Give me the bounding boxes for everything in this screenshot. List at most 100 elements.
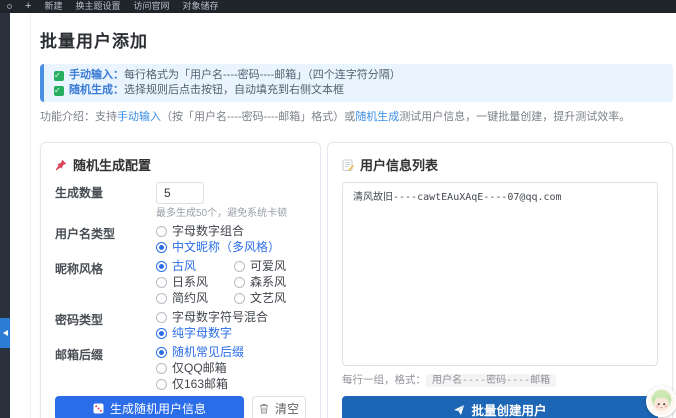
radio-icon: [156, 225, 167, 237]
generate-button-label: 生成随机用户信息: [109, 402, 206, 416]
count-help-text: 最多生成50个，避免系统卡顿: [156, 208, 288, 219]
radio-icon: [234, 260, 245, 272]
radio-icon: [156, 311, 167, 323]
sidebar-toggle[interactable]: [0, 318, 10, 348]
radio-icon: [156, 378, 167, 390]
radio-label: 古风: [172, 259, 197, 273]
radio-label: 文艺风: [250, 291, 287, 305]
radio-label: 中文昵称（多风格）: [172, 240, 281, 254]
page-title: 批量用户添加: [40, 32, 148, 51]
radio-icon: [156, 276, 167, 288]
field-username-type: 用户名类型 字母数字组合 中文昵称（多风格）: [55, 223, 306, 255]
alert-text: 每行格式为「用户名----密码----邮箱」（四个连字符分隔）: [124, 69, 401, 81]
field-count-label: 生成数量: [55, 186, 104, 200]
feature-intro: 功能介绍：支持手动输入（按「用户名----密码----邮箱」格式）或随机生成测试…: [40, 110, 673, 124]
memo-icon: [342, 159, 354, 171]
radio-label: 森系风: [250, 275, 287, 289]
panels-row: 随机生成配置 生成数量 最多生成50个，避免系统卡顿 用户名类型: [40, 142, 673, 418]
radio-label: 字母数字符号混合: [172, 310, 269, 324]
paper-plane-icon: [453, 403, 466, 416]
left-card-buttons: 生成随机用户信息 清空: [55, 396, 306, 418]
field-count: 生成数量 最多生成50个，避免系统卡顿: [55, 182, 306, 220]
arrow-left-icon: [2, 330, 8, 336]
intro-text: 测试用户信息，一键批量创建，提升测试效率。: [399, 111, 631, 123]
alert-line-manual: ✓ 手动输入：每行格式为「用户名----密码----邮箱」（四个连字符分隔）: [54, 68, 663, 83]
intro-text: 功能介绍：支持: [40, 111, 117, 123]
format-note-code: 用户名----密码----邮箱: [426, 374, 557, 387]
radio-email-random[interactable]: 随机常见后缀: [156, 344, 306, 360]
radio-icon: [156, 241, 167, 253]
clear-button-label: 清空: [274, 402, 299, 416]
radio-label: 字母数字组合: [172, 224, 245, 238]
pushpin-icon: [55, 159, 67, 171]
radio-password-mixed[interactable]: 字母数字符号混合: [156, 309, 306, 325]
user-list-card: 用户信息列表 清风故旧----cawtEAuXAqE----07@qq.com …: [327, 142, 673, 418]
alert-line-random: ✓ 随机生成：选择规则后点击按钮，自动填充到右侧文本框: [54, 83, 663, 98]
green-check-icon: ✓: [54, 85, 64, 96]
radio-icon: [156, 346, 167, 358]
main-row: 批量用户添加 ✓ 手动输入：每行格式为「用户名----密码----邮箱」（四个连…: [0, 13, 676, 418]
format-note-text: 每行一组，格式：: [342, 374, 426, 386]
radio-label: 纯字母数字: [172, 326, 233, 340]
radio-label: 日系风: [172, 275, 209, 289]
create-button-label: 批量创建用户: [471, 404, 547, 418]
radio-username-chinese-nick[interactable]: 中文昵称（多风格）: [156, 239, 306, 255]
radio-style-minimal[interactable]: 简约风: [156, 290, 234, 306]
intro-highlight-random: 随机生成: [355, 111, 400, 123]
new-tab-plus-icon[interactable]: +: [25, 1, 31, 12]
topbar-item-theme-settings[interactable]: 换主题设置: [75, 0, 120, 13]
window-dot-icon: [7, 4, 12, 9]
radio-icon: [156, 260, 167, 272]
radio-label: 仅163邮箱: [172, 377, 229, 391]
topbar-item-object-storage[interactable]: 对象储存: [182, 0, 218, 13]
random-config-header: 随机生成配置: [55, 155, 306, 174]
radio-style-japanese[interactable]: 日系风: [156, 274, 234, 290]
clear-button[interactable]: 清空: [252, 396, 306, 418]
radio-style-forest[interactable]: 森系风: [234, 274, 312, 290]
dice-icon: [93, 403, 104, 414]
alert-label: 随机生成：: [69, 84, 124, 96]
green-check-icon: ✓: [54, 70, 64, 81]
user-list-title: 用户信息列表: [360, 158, 439, 173]
radio-icon: [234, 276, 245, 288]
intro-text: （按「用户名----密码----邮箱」格式）或: [161, 111, 356, 123]
radio-style-cute[interactable]: 可爱风: [234, 258, 312, 274]
radio-label: 随机常见后缀: [172, 345, 245, 359]
radio-username-alnum[interactable]: 字母数字组合: [156, 223, 306, 239]
radio-email-163[interactable]: 仅163邮箱: [156, 376, 306, 392]
mascot-avatar[interactable]: [646, 386, 676, 417]
batch-create-users-button[interactable]: 批量创建用户: [342, 396, 658, 418]
field-email-suffix-label: 邮箱后缀: [55, 348, 104, 362]
field-password-type: 密码类型 字母数字符号混合 纯字母数字: [55, 309, 306, 341]
alert-text: 选择规则后点击按钮，自动填充到右侧文本框: [124, 84, 344, 96]
random-config-title: 随机生成配置: [73, 158, 152, 173]
radio-label: 仅QQ邮箱: [172, 361, 227, 375]
field-email-suffix: 邮箱后缀 随机常见后缀 仅QQ邮箱 仅163邮箱: [55, 344, 306, 392]
count-input[interactable]: [156, 182, 204, 204]
user-list-header: 用户信息列表: [342, 155, 658, 174]
field-nickname-style: 昵称风格 古风 可爱风 日系风 森系风 简约风 文艺风: [55, 258, 306, 306]
topbar-item-new[interactable]: 新建: [44, 0, 62, 13]
radio-icon: [156, 362, 167, 374]
intro-highlight-manual: 手动输入: [117, 111, 161, 123]
radio-password-alnum[interactable]: 纯字母数字: [156, 325, 306, 341]
user-list-textarea[interactable]: 清风故旧----cawtEAuXAqE----07@qq.com: [342, 182, 658, 366]
browser-topbar: + 新建 换主题设置 访问官网 对象储存: [0, 0, 676, 13]
info-alert: ✓ 手动输入：每行格式为「用户名----密码----邮箱」（四个连字符分隔） ✓…: [40, 64, 673, 102]
radio-label: 简约风: [172, 291, 209, 305]
random-config-card: 随机生成配置 生成数量 最多生成50个，避免系统卡顿 用户名类型: [40, 142, 321, 418]
field-password-type-label: 密码类型: [55, 313, 104, 327]
radio-style-artsy[interactable]: 文艺风: [234, 290, 312, 306]
radio-icon: [234, 292, 245, 304]
collapsed-sidebar: [0, 13, 10, 418]
radio-email-qq[interactable]: 仅QQ邮箱: [156, 360, 306, 376]
radio-style-ancient[interactable]: 古风: [156, 258, 234, 274]
format-note: 每行一组，格式： 用户名----密码----邮箱: [342, 373, 658, 388]
alert-label: 手动输入：: [69, 69, 124, 81]
topbar-item-official-site[interactable]: 访问官网: [133, 0, 169, 13]
page-content: 批量用户添加 ✓ 手动输入：每行格式为「用户名----密码----邮箱」（四个连…: [10, 13, 676, 418]
field-username-type-label: 用户名类型: [55, 227, 116, 241]
field-nickname-style-label: 昵称风格: [55, 262, 104, 276]
generate-random-users-button[interactable]: 生成随机用户信息: [55, 396, 244, 418]
trash-icon: [259, 403, 269, 414]
